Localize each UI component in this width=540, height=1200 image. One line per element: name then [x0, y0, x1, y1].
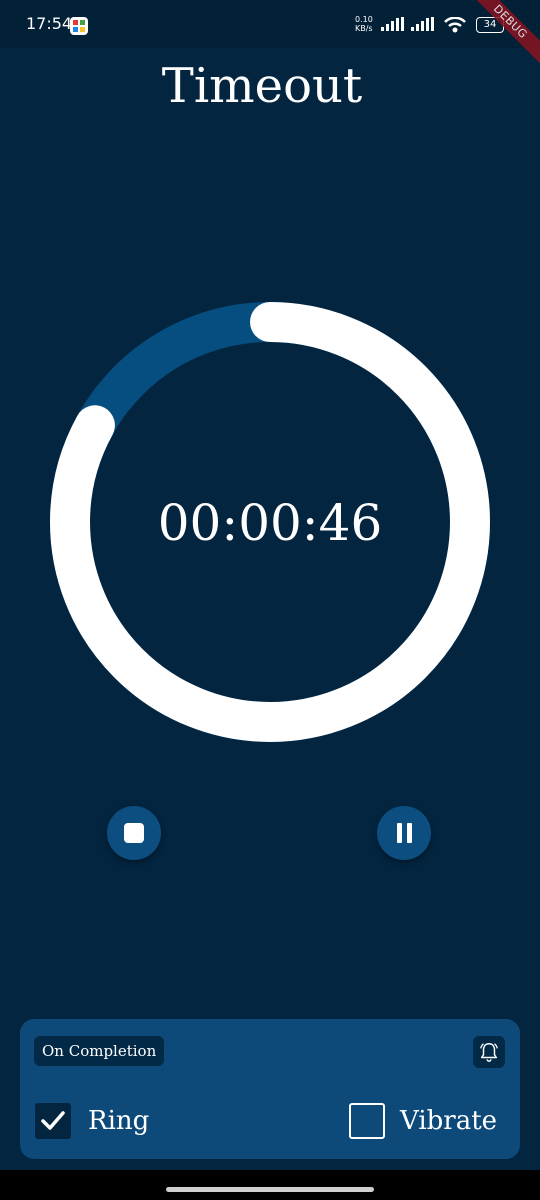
home-indicator[interactable]: [166, 1187, 374, 1192]
vibrate-checkbox[interactable]: [349, 1103, 385, 1139]
bell-icon: [480, 1043, 498, 1062]
pause-icon: [396, 823, 412, 843]
vibrate-label[interactable]: Vibrate: [400, 1103, 497, 1139]
on-completion-chip: On Completion: [34, 1036, 165, 1066]
ring-checkbox[interactable]: [35, 1103, 71, 1139]
stop-button[interactable]: [107, 806, 161, 860]
countdown-display: 00:00:46: [157, 494, 383, 552]
navigation-bar: [0, 1170, 540, 1200]
checkmark-icon: [41, 1111, 65, 1130]
timer-progress-ring: [50, 302, 490, 742]
ring-label[interactable]: Ring: [88, 1103, 149, 1139]
pause-button[interactable]: [377, 806, 431, 860]
stop-icon: [124, 823, 144, 843]
bell-button[interactable]: [473, 1036, 505, 1068]
completion-panel: On Completion Ring Vibrate: [20, 1019, 520, 1159]
